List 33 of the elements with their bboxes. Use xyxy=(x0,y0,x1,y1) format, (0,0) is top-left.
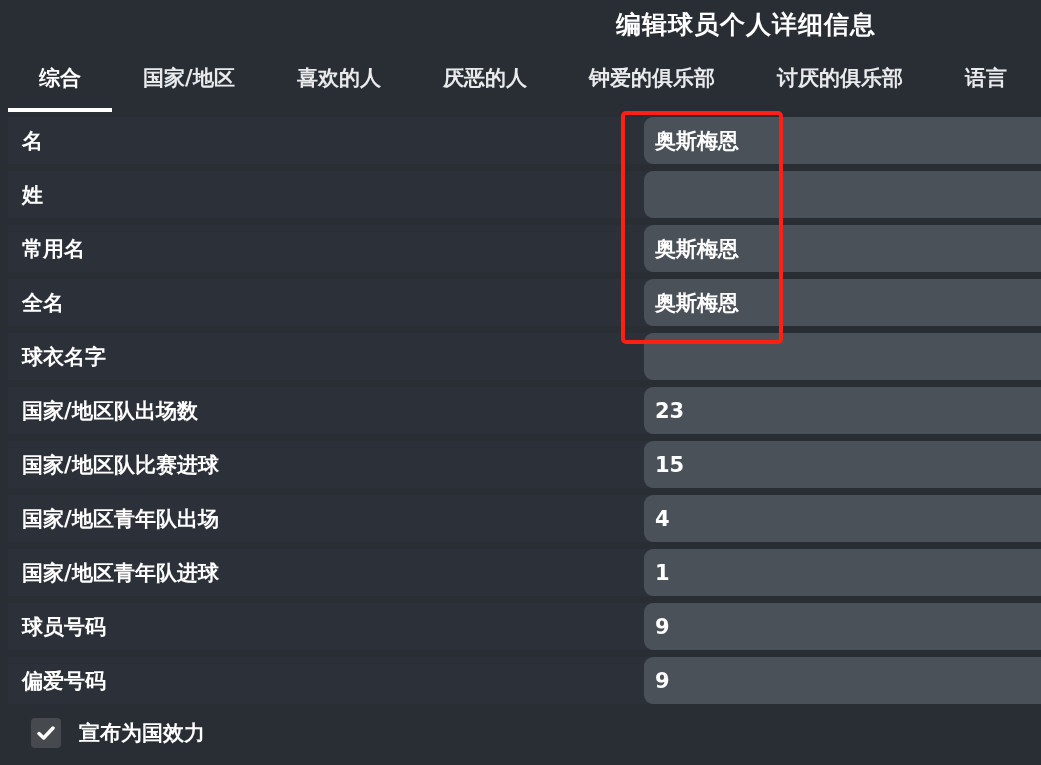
field-label: 常用名 xyxy=(21,235,85,262)
checkbox[interactable] xyxy=(31,718,61,748)
checkbox-label: 宣布为国效力 xyxy=(79,720,205,746)
field-label: 偏爱号码 xyxy=(20,667,106,694)
dialog-title: 编辑球员个人详细信息 xyxy=(616,10,876,41)
text-field[interactable]: 4 xyxy=(644,495,1041,542)
check-icon xyxy=(37,726,55,740)
text-field[interactable]: 奥斯梅恩 xyxy=(644,225,1041,272)
tab[interactable]: 国家/地区 xyxy=(112,50,266,112)
field-label: 球衣名字 xyxy=(20,343,106,370)
tab[interactable]: 钟爱的俱乐部 xyxy=(557,50,746,112)
text-field[interactable]: 1 xyxy=(644,549,1041,596)
field-label: 国家/地区队出场数 xyxy=(21,397,198,424)
tab[interactable]: 语言 xyxy=(933,50,1038,112)
field-label: 国家/地区青年队进球 xyxy=(21,559,219,586)
field-label: 名 xyxy=(21,127,43,154)
text-field[interactable]: 23 xyxy=(644,387,1041,434)
text-field[interactable]: 15 xyxy=(644,441,1041,488)
text-field[interactable] xyxy=(644,333,1041,380)
text-field[interactable]: 9 xyxy=(644,603,1041,650)
text-field[interactable]: 9 xyxy=(644,657,1041,704)
tab[interactable]: 厌恶的人 xyxy=(411,50,558,112)
text-field[interactable]: 奥斯梅恩 xyxy=(644,117,1041,164)
text-field[interactable] xyxy=(644,171,1041,218)
field-label: 全名 xyxy=(21,289,64,316)
field-label: 国家/地区队比赛进球 xyxy=(21,451,219,478)
tab[interactable]: 综合 xyxy=(8,50,112,112)
field-label: 姓 xyxy=(20,181,43,208)
field-label: 球员号码 xyxy=(20,613,106,640)
field-label: 国家/地区青年队出场 xyxy=(21,505,219,532)
tab[interactable]: 讨厌的俱乐部 xyxy=(745,50,934,112)
tab[interactable]: 喜欢的人 xyxy=(265,50,412,112)
text-field[interactable]: 奥斯梅恩 xyxy=(644,279,1041,326)
